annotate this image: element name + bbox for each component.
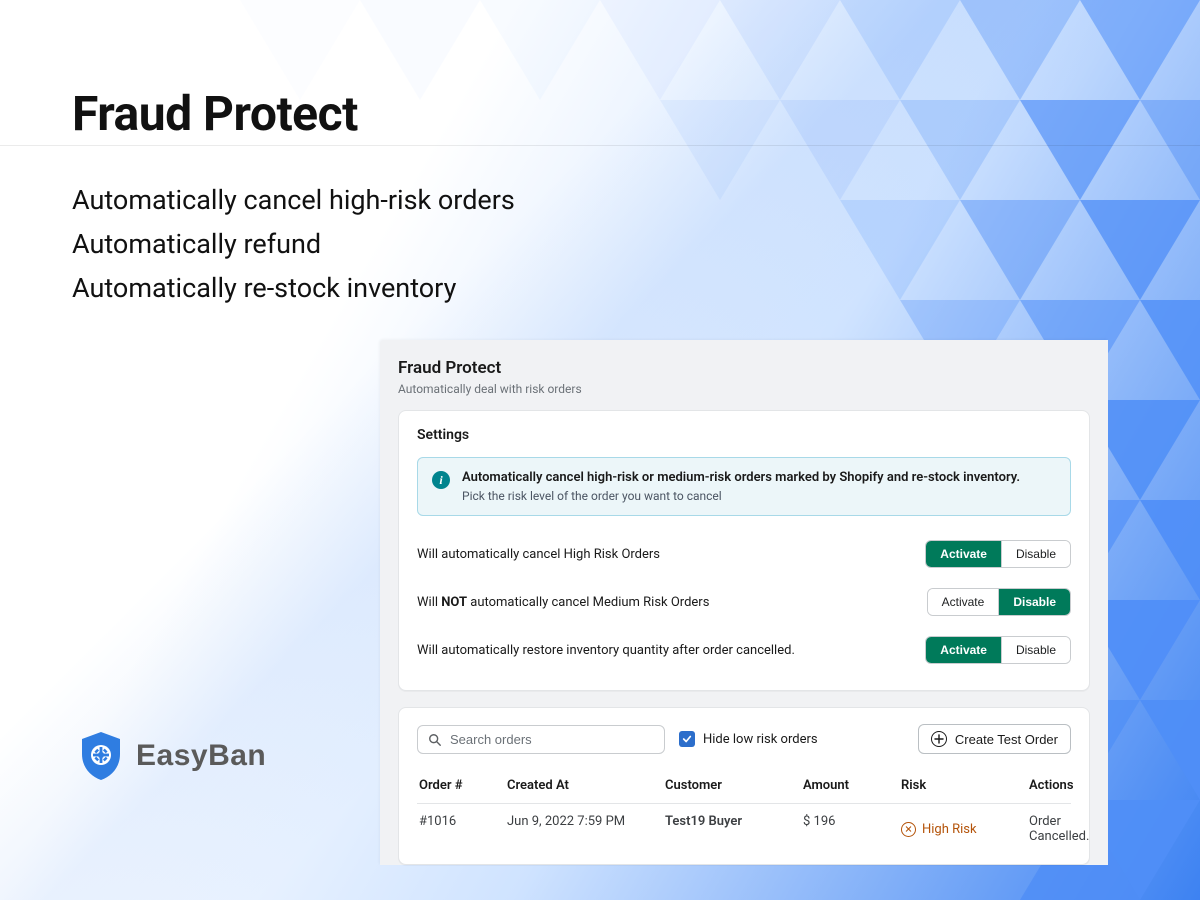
info-icon: i (432, 471, 450, 489)
activate-button[interactable]: Activate (926, 541, 1001, 567)
hero-bullet: Automatically refund (72, 224, 515, 266)
orders-table-head: Order # Created At Customer Amount Risk … (417, 768, 1071, 804)
orders-card: Hide low risk orders Create Test Order O… (398, 707, 1090, 865)
hide-low-risk-toggle[interactable]: Hide low risk orders (679, 731, 818, 747)
cell-order: #1016 (419, 814, 499, 844)
activate-button[interactable]: Activate (928, 589, 999, 615)
app-panel: Fraud Protect Automatically deal with ri… (380, 340, 1108, 865)
segment-medium-risk: Activate Disable (927, 588, 1071, 616)
search-input[interactable] (450, 732, 654, 747)
hero-title: Fraud Protect (72, 85, 358, 142)
setting-label: Will NOT automatically cancel Medium Ris… (417, 595, 709, 610)
search-icon (428, 732, 442, 746)
info-line1: Automatically cancel high-risk or medium… (462, 470, 1020, 485)
disable-button[interactable]: Disable (998, 589, 1070, 615)
hide-low-risk-label: Hide low risk orders (703, 732, 818, 747)
checkbox-checked-icon (679, 731, 695, 747)
setting-row-high-risk: Will automatically cancel High Risk Orde… (417, 530, 1071, 578)
cell-created: Jun 9, 2022 7:59 PM (507, 814, 657, 844)
app-subtitle: Automatically deal with risk orders (398, 382, 1090, 396)
info-banner: i Automatically cancel high-risk or medi… (417, 457, 1071, 516)
cell-actions: Order Cancelled. (1029, 814, 1089, 844)
segment-restock: Activate Disable (925, 636, 1071, 664)
col-amount: Amount (803, 778, 893, 793)
settings-heading: Settings (417, 427, 1071, 443)
brand-name: EasyBan (136, 739, 266, 773)
disable-button[interactable]: Disable (1001, 637, 1070, 663)
col-customer: Customer (665, 778, 795, 793)
setting-row-medium-risk: Will NOT automatically cancel Medium Ris… (417, 578, 1071, 626)
setting-label: Will automatically cancel High Risk Orde… (417, 547, 660, 562)
app-title: Fraud Protect (398, 358, 1090, 378)
divider (0, 145, 1200, 146)
settings-card: Settings i Automatically cancel high-ris… (398, 410, 1090, 691)
cell-customer: Test19 Buyer (665, 814, 795, 844)
segment-high-risk: Activate Disable (925, 540, 1071, 568)
setting-label: Will automatically restore inventory qua… (417, 643, 795, 658)
hero-bullet: Automatically re-stock inventory (72, 268, 515, 310)
hero-bullet: Automatically cancel high-risk orders (72, 180, 515, 222)
risk-label: High Risk (922, 822, 977, 837)
activate-button[interactable]: Activate (926, 637, 1001, 663)
orders-toolbar: Hide low risk orders Create Test Order (417, 724, 1071, 754)
risk-high-icon (901, 822, 916, 837)
hero-bullets: Automatically cancel high-risk orders Au… (72, 180, 515, 312)
plus-circle-icon (931, 731, 947, 747)
setting-row-restock: Will automatically restore inventory qua… (417, 626, 1071, 674)
col-order: Order # (419, 778, 499, 793)
table-row[interactable]: #1016 Jun 9, 2022 7:59 PM Test19 Buyer $… (417, 804, 1071, 854)
col-created: Created At (507, 778, 657, 793)
disable-button[interactable]: Disable (1001, 541, 1070, 567)
brand-shield-icon (78, 730, 124, 782)
create-test-order-button[interactable]: Create Test Order (918, 724, 1071, 754)
info-line2: Pick the risk level of the order you wan… (462, 489, 1020, 503)
col-risk: Risk (901, 778, 1021, 793)
search-input-wrapper[interactable] (417, 725, 665, 754)
create-test-order-label: Create Test Order (955, 732, 1058, 747)
col-actions: Actions (1029, 778, 1074, 793)
brand: EasyBan (78, 730, 266, 782)
cell-amount: $ 196 (803, 814, 893, 844)
cell-risk: High Risk (901, 814, 1021, 844)
